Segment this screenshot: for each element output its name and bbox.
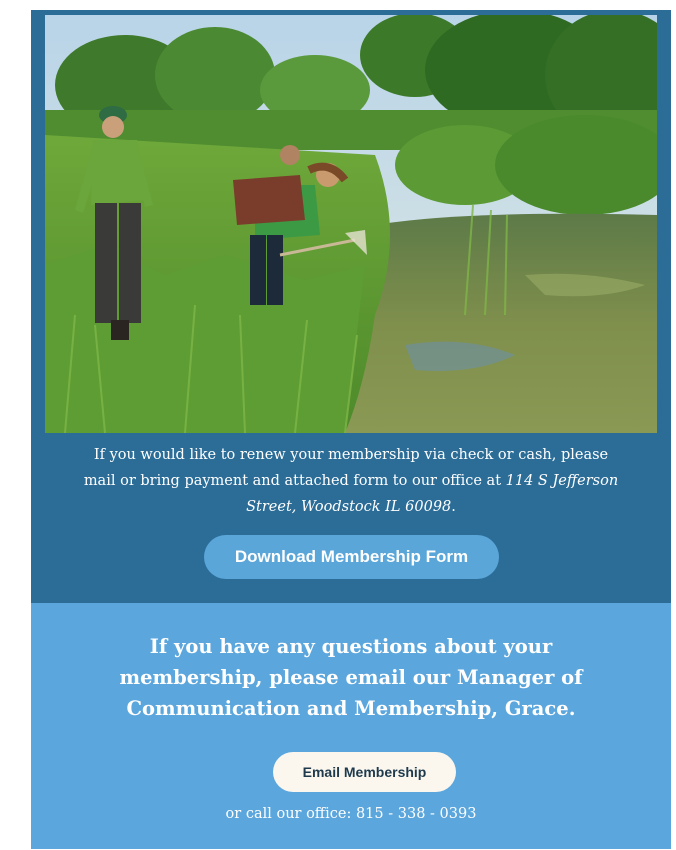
office-phone[interactable]: 815 - 338 - 0393 [356, 806, 477, 822]
renewal-text-end: . [451, 499, 456, 515]
questions-heading: If you have any questions about your mem… [119, 635, 583, 720]
wetland-photo [45, 15, 657, 433]
renewal-instructions: If you would like to renew your membersh… [83, 442, 619, 520]
renewal-section: If you would like to renew your membersh… [31, 10, 671, 603]
questions-section: If you have any questions about your mem… [31, 603, 671, 849]
call-office-line: or call our office: 815 - 338 - 0393 [31, 806, 671, 822]
email-membership-button[interactable]: Email Membership [273, 752, 456, 792]
call-prefix: or call our office: [225, 806, 356, 822]
download-membership-form-button[interactable]: Download Membership Form [204, 535, 499, 579]
email-body: If you would like to renew your membersh… [31, 10, 671, 849]
